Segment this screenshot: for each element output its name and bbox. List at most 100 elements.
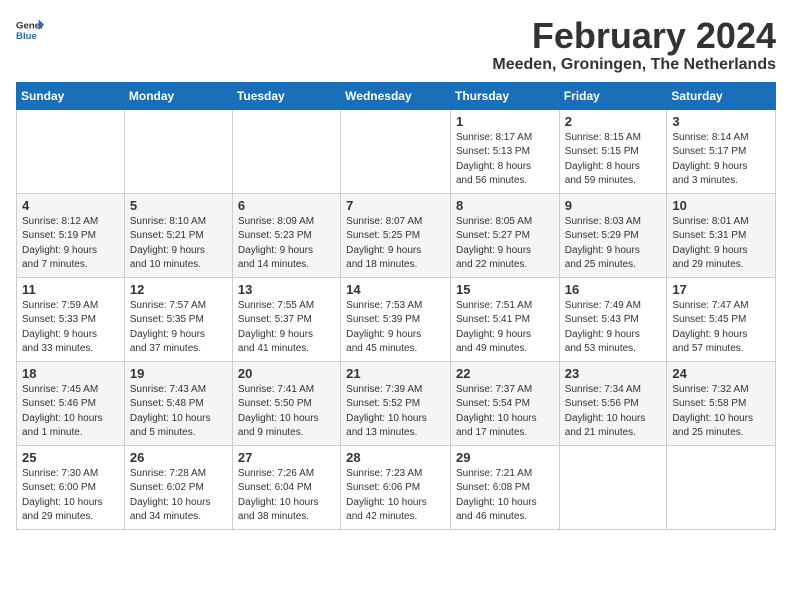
day-cell: 12 Sunrise: 7:57 AM Sunset: 5:35 PM Dayli… [124,277,232,361]
header-row: SundayMondayTuesdayWednesdayThursdayFrid… [17,82,776,109]
logo-icon: General Blue [16,16,44,44]
day-info: Sunrise: 7:59 AM Sunset: 5:33 PM Dayligh… [22,299,120,357]
day-number: 8 [456,198,555,213]
day-number: 15 [456,282,555,297]
day-number: 13 [238,282,336,297]
day-cell: 29 Sunrise: 7:21 AM Sunset: 6:08 PM Dayli… [451,445,560,529]
week-row-4: 18 Sunrise: 7:45 AM Sunset: 5:46 PM Dayli… [17,361,776,445]
day-cell: 6Sunrise: 8:09 AM Sunset: 5:23 PM Daylig… [232,193,340,277]
day-info: Sunrise: 7:28 AM Sunset: 6:02 PM Dayligh… [130,467,228,525]
day-number: 29 [456,450,555,465]
day-number: 27 [238,450,336,465]
day-cell: 11 Sunrise: 7:59 AM Sunset: 5:33 PM Dayli… [17,277,125,361]
week-row-3: 11 Sunrise: 7:59 AM Sunset: 5:33 PM Dayli… [17,277,776,361]
day-number: 14 [346,282,446,297]
day-number: 5 [130,198,228,213]
day-number: 18 [22,366,120,381]
header-area: General Blue February 2024 Meeden, Groni… [16,16,776,74]
day-cell: 17 Sunrise: 7:47 AM Sunset: 5:45 PM Dayli… [667,277,776,361]
day-number: 1 [456,114,555,129]
day-info: Sunrise: 8:12 AM Sunset: 5:19 PM Dayligh… [22,215,120,273]
day-info: Sunrise: 7:57 AM Sunset: 5:35 PM Dayligh… [130,299,228,357]
day-info: Sunrise: 8:15 AM Sunset: 5:15 PM Dayligh… [565,131,663,189]
day-cell: 20 Sunrise: 7:41 AM Sunset: 5:50 PM Dayli… [232,361,340,445]
day-cell: 21 Sunrise: 7:39 AM Sunset: 5:52 PM Dayli… [341,361,451,445]
day-number: 28 [346,450,446,465]
calendar-table: SundayMondayTuesdayWednesdayThursdayFrid… [16,82,776,530]
svg-text:Blue: Blue [16,31,37,42]
day-cell: 25 Sunrise: 7:30 AM Sunset: 6:00 PM Dayli… [17,445,125,529]
day-info: Sunrise: 7:47 AM Sunset: 5:45 PM Dayligh… [672,299,771,357]
day-header-wednesday: Wednesday [341,82,451,109]
day-info: Sunrise: 7:37 AM Sunset: 5:54 PM Dayligh… [456,383,555,441]
day-info: Sunrise: 7:53 AM Sunset: 5:39 PM Dayligh… [346,299,446,357]
day-number: 17 [672,282,771,297]
day-number: 3 [672,114,771,129]
day-number: 19 [130,366,228,381]
week-row-1: 1 Sunrise: 8:17 AM Sunset: 5:13 PM Daylig… [17,109,776,193]
day-number: 11 [22,282,120,297]
day-info: Sunrise: 8:03 AM Sunset: 5:29 PM Dayligh… [565,215,663,273]
day-cell [667,445,776,529]
day-info: Sunrise: 8:07 AM Sunset: 5:25 PM Dayligh… [346,215,446,273]
day-info: Sunrise: 8:17 AM Sunset: 5:13 PM Dayligh… [456,131,555,189]
day-header-monday: Monday [124,82,232,109]
day-info: Sunrise: 7:41 AM Sunset: 5:50 PM Dayligh… [238,383,336,441]
day-number: 25 [22,450,120,465]
day-header-tuesday: Tuesday [232,82,340,109]
day-cell [124,109,232,193]
day-cell: 15 Sunrise: 7:51 AM Sunset: 5:41 PM Dayli… [451,277,560,361]
day-number: 21 [346,366,446,381]
day-cell: 9 Sunrise: 8:03 AM Sunset: 5:29 PM Daylig… [559,193,667,277]
day-number: 22 [456,366,555,381]
day-header-friday: Friday [559,82,667,109]
day-info: Sunrise: 7:55 AM Sunset: 5:37 PM Dayligh… [238,299,336,357]
day-cell: 10Sunrise: 8:01 AM Sunset: 5:31 PM Dayli… [667,193,776,277]
day-number: 12 [130,282,228,297]
day-number: 26 [130,450,228,465]
day-info: Sunrise: 7:21 AM Sunset: 6:08 PM Dayligh… [456,467,555,525]
day-cell: 3Sunrise: 8:14 AM Sunset: 5:17 PM Daylig… [667,109,776,193]
day-cell [559,445,667,529]
calendar-subtitle: Meeden, Groningen, The Netherlands [492,56,776,74]
day-number: 9 [565,198,663,213]
day-number: 7 [346,198,446,213]
day-info: Sunrise: 7:45 AM Sunset: 5:46 PM Dayligh… [22,383,120,441]
day-header-sunday: Sunday [17,82,125,109]
day-info: Sunrise: 7:30 AM Sunset: 6:00 PM Dayligh… [22,467,120,525]
day-number: 2 [565,114,663,129]
day-info: Sunrise: 8:05 AM Sunset: 5:27 PM Dayligh… [456,215,555,273]
week-row-2: 4Sunrise: 8:12 AM Sunset: 5:19 PM Daylig… [17,193,776,277]
week-row-5: 25 Sunrise: 7:30 AM Sunset: 6:00 PM Dayli… [17,445,776,529]
day-cell: 8 Sunrise: 8:05 AM Sunset: 5:27 PM Daylig… [451,193,560,277]
day-number: 20 [238,366,336,381]
calendar-page: General Blue February 2024 Meeden, Groni… [0,0,792,540]
day-info: Sunrise: 7:49 AM Sunset: 5:43 PM Dayligh… [565,299,663,357]
day-cell: 5 Sunrise: 8:10 AM Sunset: 5:21 PM Daylig… [124,193,232,277]
day-info: Sunrise: 7:34 AM Sunset: 5:56 PM Dayligh… [565,383,663,441]
day-cell: 24 Sunrise: 7:32 AM Sunset: 5:58 PM Dayli… [667,361,776,445]
day-cell [341,109,451,193]
day-cell: 28Sunrise: 7:23 AM Sunset: 6:06 PM Dayli… [341,445,451,529]
day-info: Sunrise: 8:10 AM Sunset: 5:21 PM Dayligh… [130,215,228,273]
day-number: 10 [672,198,771,213]
logo: General Blue [16,16,44,44]
day-header-thursday: Thursday [451,82,560,109]
day-number: 24 [672,366,771,381]
day-cell: 2 Sunrise: 8:15 AM Sunset: 5:15 PM Daylig… [559,109,667,193]
day-cell [17,109,125,193]
day-number: 23 [565,366,663,381]
day-info: Sunrise: 8:09 AM Sunset: 5:23 PM Dayligh… [238,215,336,273]
day-info: Sunrise: 7:32 AM Sunset: 5:58 PM Dayligh… [672,383,771,441]
day-cell: 7 Sunrise: 8:07 AM Sunset: 5:25 PM Daylig… [341,193,451,277]
day-info: Sunrise: 7:39 AM Sunset: 5:52 PM Dayligh… [346,383,446,441]
day-number: 16 [565,282,663,297]
day-cell: 14 Sunrise: 7:53 AM Sunset: 5:39 PM Dayli… [341,277,451,361]
day-cell: 16 Sunrise: 7:49 AM Sunset: 5:43 PM Dayli… [559,277,667,361]
day-cell: 13 Sunrise: 7:55 AM Sunset: 5:37 PM Dayli… [232,277,340,361]
day-info: Sunrise: 7:51 AM Sunset: 5:41 PM Dayligh… [456,299,555,357]
day-info: Sunrise: 7:26 AM Sunset: 6:04 PM Dayligh… [238,467,336,525]
day-cell: 1 Sunrise: 8:17 AM Sunset: 5:13 PM Daylig… [451,109,560,193]
day-cell: 4Sunrise: 8:12 AM Sunset: 5:19 PM Daylig… [17,193,125,277]
title-area: February 2024 Meeden, Groningen, The Net… [492,16,776,74]
